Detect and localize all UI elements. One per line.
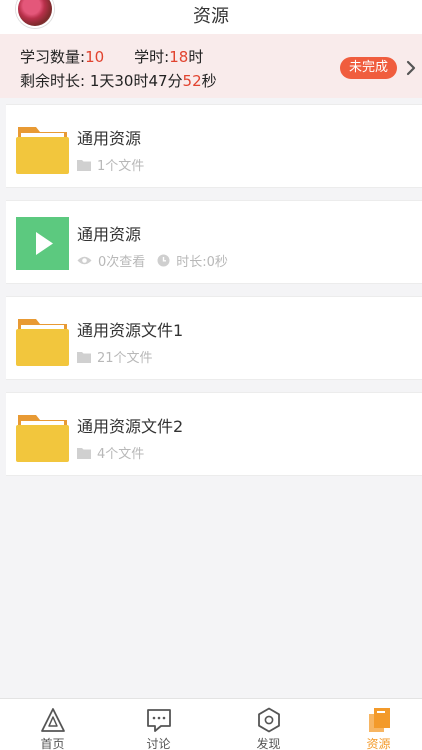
folder-small-icon — [77, 159, 91, 171]
view-count: 0次查看 — [98, 255, 146, 270]
resource-item[interactable]: 通用资源 0次查看 时长:0秒 — [6, 200, 422, 284]
tab-label: 首页 — [40, 737, 65, 750]
resources-page: 资源 学习数量:10 学时:18时 剩余时长: 1天30时47分52秒 未完成 通… — [0, 0, 422, 750]
duration: 时长:0秒 — [176, 255, 228, 270]
status-badge[interactable]: 未完成 — [340, 57, 398, 79]
tab-label: 资源 — [366, 737, 391, 750]
eye-icon — [77, 256, 92, 265]
file-count: 21个文件 — [97, 351, 153, 366]
study-hours-label: 学时: — [134, 48, 170, 66]
clock-icon — [157, 254, 170, 267]
top-header: 资源 — [0, 0, 422, 34]
folder-icon — [16, 319, 69, 366]
resource-item[interactable]: 通用资源文件1 21个文件 — [6, 296, 422, 380]
resource-meta: 1个文件 — [77, 155, 156, 174]
bottom-tab-bar: 首页 讨论 发现 资源 — [0, 698, 422, 750]
resource-meta: 4个文件 — [77, 443, 156, 462]
remaining-text: 1天30时47分 — [89, 72, 183, 90]
remaining-label: 剩余时长: — [20, 72, 90, 90]
study-stats-line: 学习数量:10 学时:18时 — [20, 46, 203, 67]
resource-name: 通用资源文件2 — [77, 417, 184, 436]
folder-small-icon — [77, 447, 91, 459]
resource-meta: 0次查看 时长:0秒 — [77, 251, 240, 270]
remaining-time-line: 剩余时长: 1天30时47分52秒 — [20, 70, 217, 91]
tab-label: 讨论 — [146, 737, 171, 750]
tab-label: 发现 — [256, 737, 281, 750]
resource-item[interactable]: 通用资源 1个文件 — [6, 104, 422, 188]
resource-item[interactable]: 通用资源文件2 4个文件 — [6, 392, 422, 476]
resource-name: 通用资源 — [77, 225, 142, 244]
study-hours-unit: 时 — [188, 48, 204, 66]
folder-small-icon — [77, 351, 91, 363]
home-triangle-icon — [41, 708, 65, 732]
chat-bubble-icon — [147, 709, 171, 732]
page-title: 资源 — [193, 6, 229, 27]
folder-icon — [16, 415, 69, 462]
tab-discuss[interactable]: 讨论 — [106, 699, 211, 750]
tab-resources[interactable]: 资源 — [326, 699, 422, 750]
seconds-unit: 秒 — [201, 72, 217, 90]
folder-icon — [16, 127, 69, 174]
remaining-seconds: 52 — [182, 72, 202, 90]
book-stack-icon — [369, 708, 390, 732]
study-progress-banner[interactable]: 学习数量:10 学时:18时 剩余时长: 1天30时47分52秒 未完成 — [0, 34, 422, 98]
video-play-icon — [16, 217, 69, 270]
file-count: 4个文件 — [97, 447, 145, 462]
resource-name: 通用资源文件1 — [77, 321, 184, 340]
study-hours-value: 18 — [169, 48, 189, 66]
tab-discover[interactable]: 发现 — [216, 699, 321, 750]
resource-name: 通用资源 — [77, 129, 142, 148]
file-count: 1个文件 — [97, 159, 145, 174]
hexagon-compass-icon — [258, 707, 280, 733]
chevron-right-icon[interactable] — [403, 59, 419, 77]
resource-meta: 21个文件 — [77, 347, 165, 366]
study-count-label: 学习数量: — [20, 48, 86, 66]
tab-home[interactable]: 首页 — [0, 699, 105, 750]
study-count-value: 10 — [85, 48, 105, 66]
